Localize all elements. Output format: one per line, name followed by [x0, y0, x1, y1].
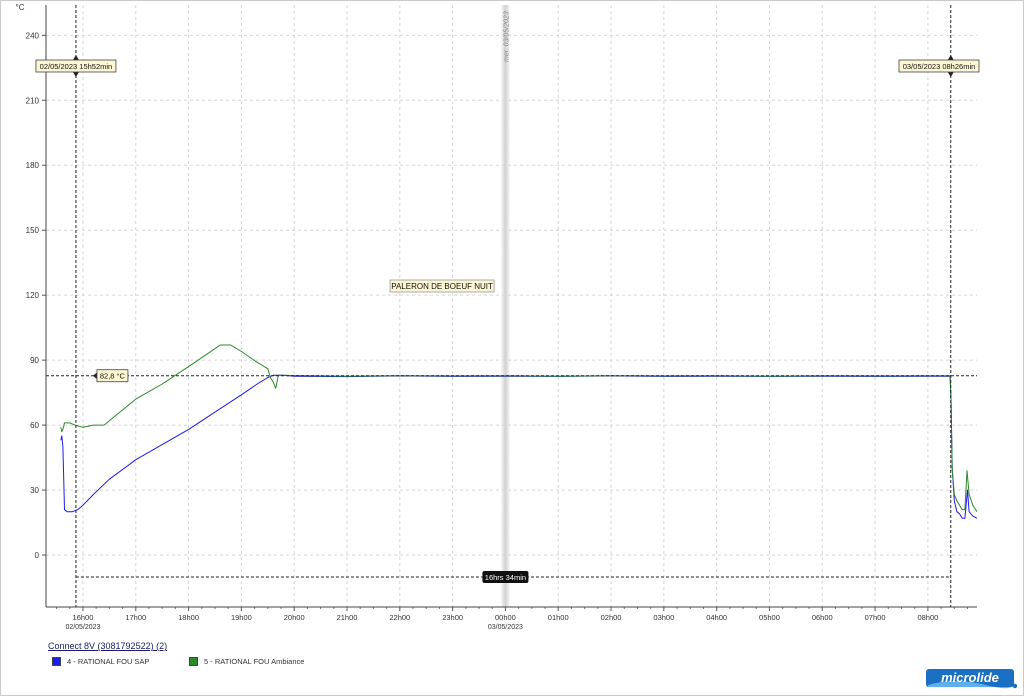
temperature-chart: 0 30 60 90 120 150 180 210 240 16h00 02/05/2023 17h… — [16, 3, 980, 631]
y-tick-label: 60 — [30, 421, 39, 430]
x-tick-label: 04h00 — [706, 613, 727, 622]
x-tick-label: 23h00 — [442, 613, 463, 622]
y-tick-label: 150 — [26, 226, 40, 235]
x-tick-label: 06h00 — [812, 613, 833, 622]
midnight-label: mer. 03/05/2023 — [503, 11, 510, 62]
x-tick-label: 08h00 — [917, 613, 938, 622]
x-tick-label: 16h00 — [73, 613, 94, 622]
x-tick-label: 19h00 — [231, 613, 252, 622]
legend-swatch-sap — [52, 657, 61, 666]
cursor-label: 03/05/2023 08h26min — [903, 62, 976, 71]
x-tick-label: 20h00 — [284, 613, 305, 622]
y-tick-label: 240 — [26, 31, 40, 40]
y-tick-label: 90 — [30, 356, 39, 365]
cursor-arrow — [72, 55, 79, 60]
chart-title: PALERON DE BOEUF NUIT — [391, 282, 493, 291]
grid — [46, 5, 977, 607]
x-tick-label: 22h00 — [389, 613, 410, 622]
y-tick-label: 210 — [26, 96, 40, 105]
series-layer — [60, 344, 978, 519]
series-line-1 — [60, 374, 978, 519]
legend-label-sap: 4 - RATIONAL FOU SAP — [67, 657, 150, 666]
axes: 0 30 60 90 120 150 180 210 240 16h00 02/05/2023 17h… — [16, 3, 977, 631]
microlide-logo: microlide — [926, 669, 1018, 689]
legend-label-ambiance: 5 - RATIONAL FOU Ambiance — [204, 657, 305, 666]
series-line-2 — [60, 344, 978, 512]
x-tick-label: 05h00 — [759, 613, 780, 622]
cursor-arrow — [947, 72, 954, 77]
brand-name: microlide — [941, 670, 999, 685]
legend-swatch-ambiance — [189, 657, 198, 666]
cursor-label: 02/05/2023 15h52min — [40, 62, 113, 71]
x-tick-label: 18h00 — [178, 613, 199, 622]
legend-item-ambiance[interactable]: 5 - RATIONAL FOU Ambiance — [189, 657, 304, 666]
y-tick-label: 0 — [35, 551, 40, 560]
cursor-arrow — [947, 55, 954, 60]
x-tick-label: 07h00 — [865, 613, 886, 622]
x-tick-label: 01h00 — [548, 613, 569, 622]
cursor-arrow — [72, 72, 79, 77]
y-axis-label: °C — [16, 3, 25, 12]
x-tick-date: 02/05/2023 — [65, 624, 100, 631]
reference-label: 82,8 °C — [100, 372, 126, 381]
y-tick-label: 180 — [26, 161, 40, 170]
duration-label: 16hrs 34min — [485, 573, 526, 582]
legend-title: Connect 8V (3081792522) (2) — [48, 641, 168, 651]
legend-item-sap[interactable]: 4 - RATIONAL FOU SAP — [52, 657, 150, 666]
y-tick-label: 30 — [30, 486, 39, 495]
x-tick-label: 17h00 — [125, 613, 146, 622]
x-tick-label: 21h00 — [337, 613, 358, 622]
x-tick-date: 03/05/2023 — [488, 624, 523, 631]
x-tick-label: 00h00 — [495, 613, 516, 622]
y-tick-label: 120 — [26, 291, 40, 300]
x-tick-label: 02h00 — [601, 613, 622, 622]
x-tick-label: 03h00 — [653, 613, 674, 622]
